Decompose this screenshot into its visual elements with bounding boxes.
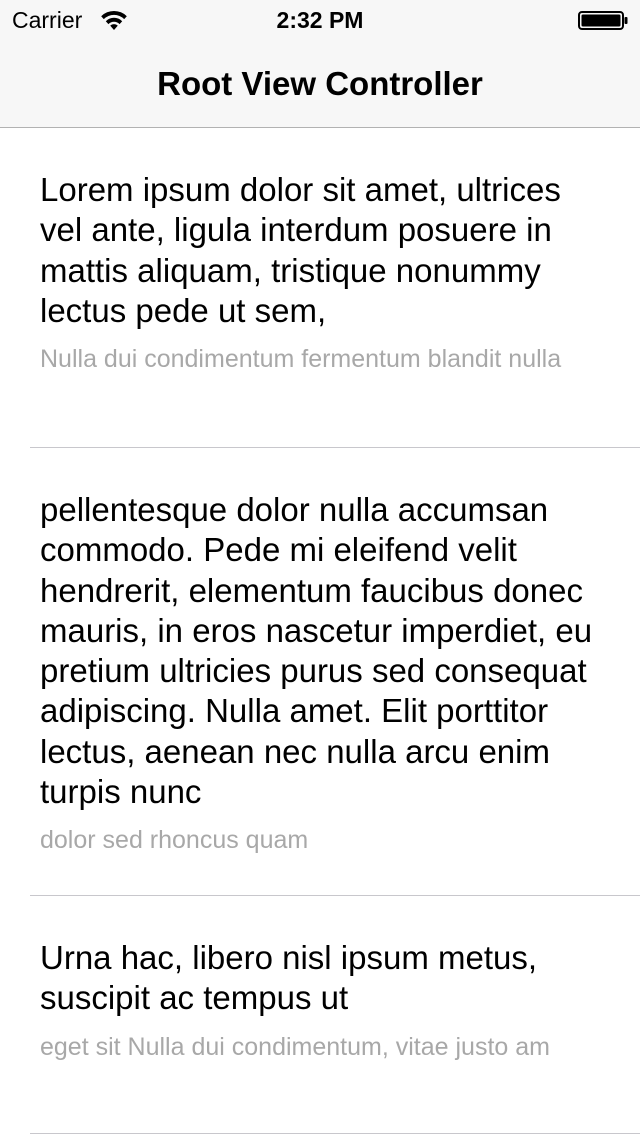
status-time: 2:32 PM — [276, 7, 364, 33]
table-row[interactable]: Lorem ipsum dolor sit amet, ultrices vel… — [0, 128, 640, 448]
cell-title: Lorem ipsum dolor sit amet, ultrices vel… — [40, 171, 561, 329]
cell-subtitle: dolor sed rhoncus quam — [40, 826, 309, 855]
top-bar: Carrier 2:32 PM Root View Controller — [0, 0, 640, 128]
table-row[interactable]: Urna hac, libero nisl ipsum metus, susci… — [0, 896, 640, 1134]
screen: Carrier 2:32 PM Root View Controller Lor… — [0, 0, 640, 1136]
cell-title: pellentesque dolor nulla accumsan commod… — [40, 491, 593, 811]
nav-title: Root View Controller — [157, 65, 483, 102]
status-bar: Carrier 2:32 PM — [0, 0, 640, 40]
table-view[interactable]: Lorem ipsum dolor sit amet, ultrices vel… — [0, 128, 640, 1134]
cell-subtitle: eget sit Nulla dui condimentum, vitae ju… — [40, 1032, 550, 1061]
table-row[interactable]: pellentesque dolor nulla accumsan commod… — [0, 448, 640, 896]
cell-subtitle: Nulla dui condimentum fermentum blandit … — [40, 345, 562, 374]
battery-icon — [578, 11, 628, 30]
cell-title: Urna hac, libero nisl ipsum metus, susci… — [40, 939, 538, 1017]
